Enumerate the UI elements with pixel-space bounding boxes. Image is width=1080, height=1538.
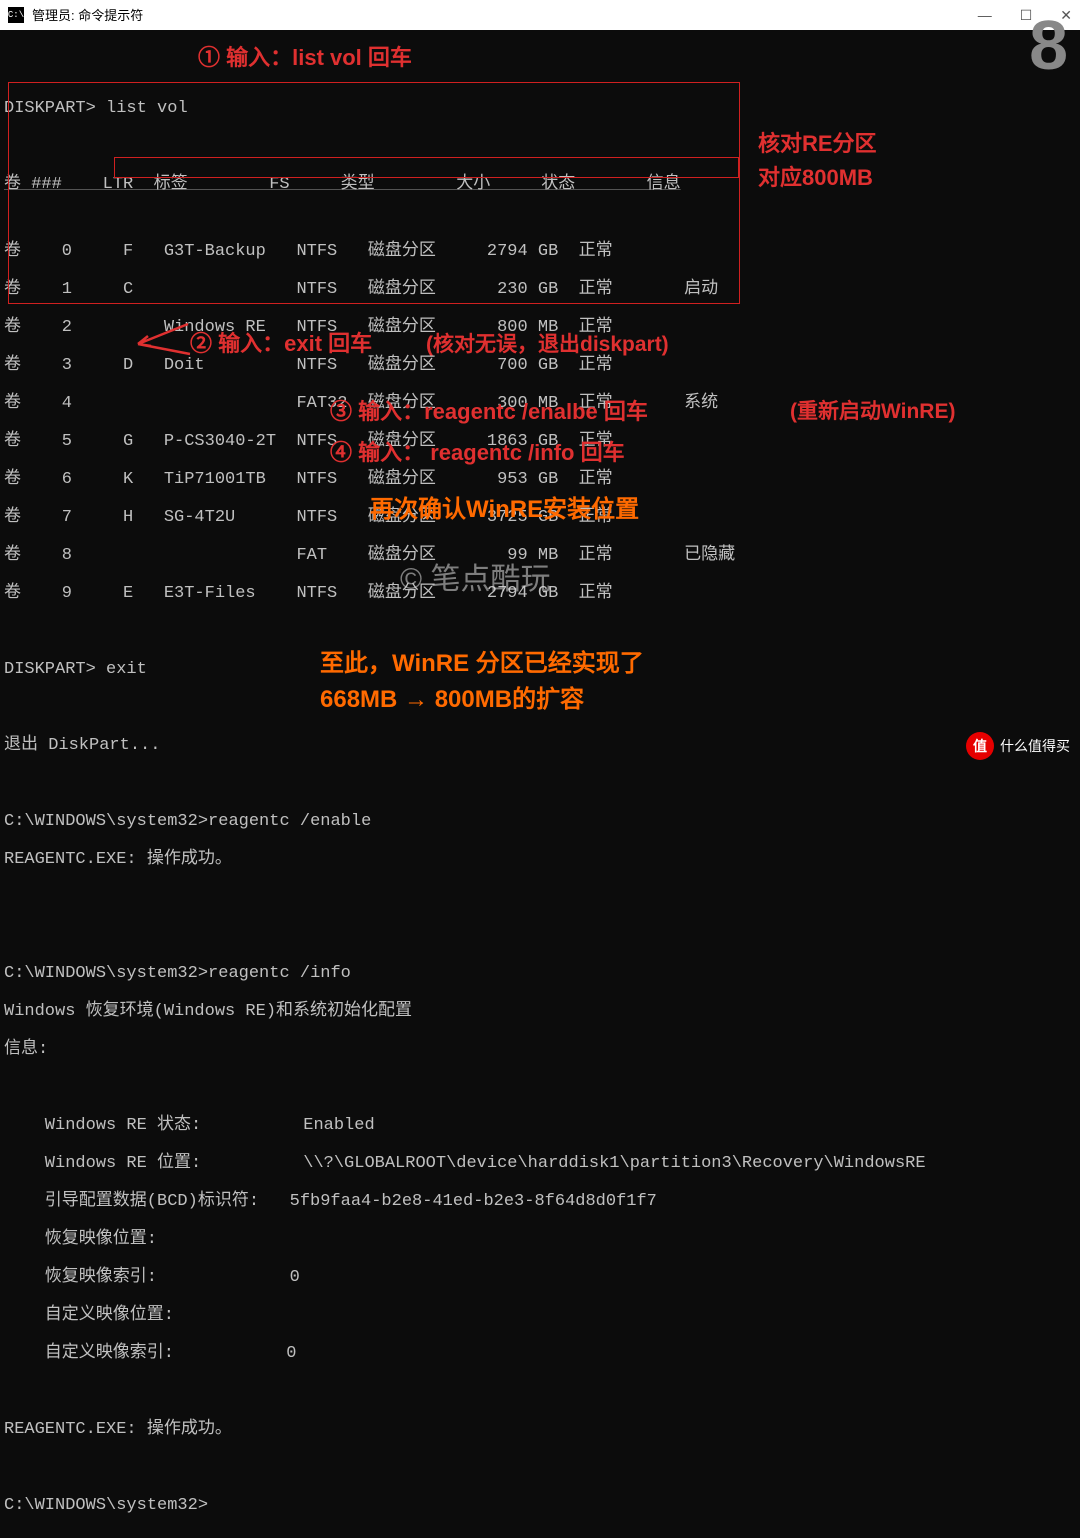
diskpart-prompt: DISKPART> [4, 660, 106, 679]
redbox-volumes [8, 82, 740, 304]
enable-result: REAGENTC.EXE: 操作成功。 [4, 850, 1076, 869]
minimize-button[interactable]: — [978, 6, 992, 25]
annotation-step4: ④ 输入： reagentc /info 回车 [330, 443, 625, 462]
info-header: Windows 恢复环境(Windows RE)和系统初始化配置 [4, 1002, 1076, 1021]
annotation-step2-note: (核对无误，退出diskpart) [426, 335, 669, 354]
step-number-badge: 8 [1029, 36, 1068, 55]
cmd-icon: C:\ [8, 7, 24, 23]
final-prompt[interactable]: C:\WINDOWS\system32> [4, 1496, 208, 1515]
annotation-confirm-location: 再次确认WinRE安装位置 [370, 500, 639, 519]
watermark-badge-icon: 值 [966, 732, 994, 760]
info-row-recovery-img: 恢复映像位置: [4, 1230, 1076, 1249]
redbox-winre-row [114, 157, 739, 178]
info-row-status: Windows RE 状态: Enabled [4, 1116, 1076, 1135]
info-row-location: Windows RE 位置: \\?\GLOBALROOT\device\har… [4, 1154, 1076, 1173]
annotation-step3-note: (重新启动WinRE) [790, 402, 955, 421]
watermark-center: © 笔点酷玩 [400, 570, 550, 589]
annotation-check-re-1: 核对RE分区 [758, 134, 877, 153]
watermark-corner: 值 什么值得买 [966, 732, 1070, 760]
system32-prompt: C:\WINDOWS\system32> [4, 812, 208, 831]
window-titlebar: C:\ 管理员: 命令提示符 — ☐ ✕ [0, 0, 1080, 30]
reagentc-enable-command: reagentc /enable [208, 812, 371, 831]
annotation-final-2: 668MB → 800MB的扩容 [320, 690, 584, 709]
watermark-corner-text: 什么值得买 [1000, 737, 1070, 756]
info-row-bcd: 引导配置数据(BCD)标识符: 5fb9faa4-b2e8-41ed-b2e3-… [4, 1192, 1076, 1211]
info-row-custom-img: 自定义映像位置: [4, 1306, 1076, 1325]
annotation-check-re-2: 对应800MB [758, 168, 873, 187]
info-row-recovery-idx: 恢复映像索引: 0 [4, 1268, 1076, 1287]
annotation-step1: ① 输入：list vol 回车 [198, 48, 412, 67]
exit-command: exit [106, 660, 147, 679]
info-success: REAGENTC.EXE: 操作成功。 [4, 1420, 1076, 1439]
info-row-custom-idx: 自定义映像索引: 0 [4, 1344, 1076, 1363]
annotation-step3: ③ 输入：reagentc /enalbe 回车 [330, 402, 648, 421]
window-title: 管理员: 命令提示符 [32, 6, 978, 25]
info-label: 信息: [4, 1040, 1076, 1059]
system32-prompt: C:\WINDOWS\system32> [4, 964, 208, 983]
reagentc-info-command: reagentc /info [208, 964, 351, 983]
annotation-step2: ② 输入：exit 回车 [190, 334, 372, 353]
volume-row: 卷 3 D Doit NTFS 磁盘分区 700 GB 正常 [4, 356, 1076, 375]
volume-row: 卷 6 K TiP71001TB NTFS 磁盘分区 953 GB 正常 [4, 470, 1076, 489]
annotation-final-1: 至此，WinRE 分区已经实现了 [320, 654, 644, 673]
exit-message: 退出 DiskPart... [4, 736, 1076, 755]
